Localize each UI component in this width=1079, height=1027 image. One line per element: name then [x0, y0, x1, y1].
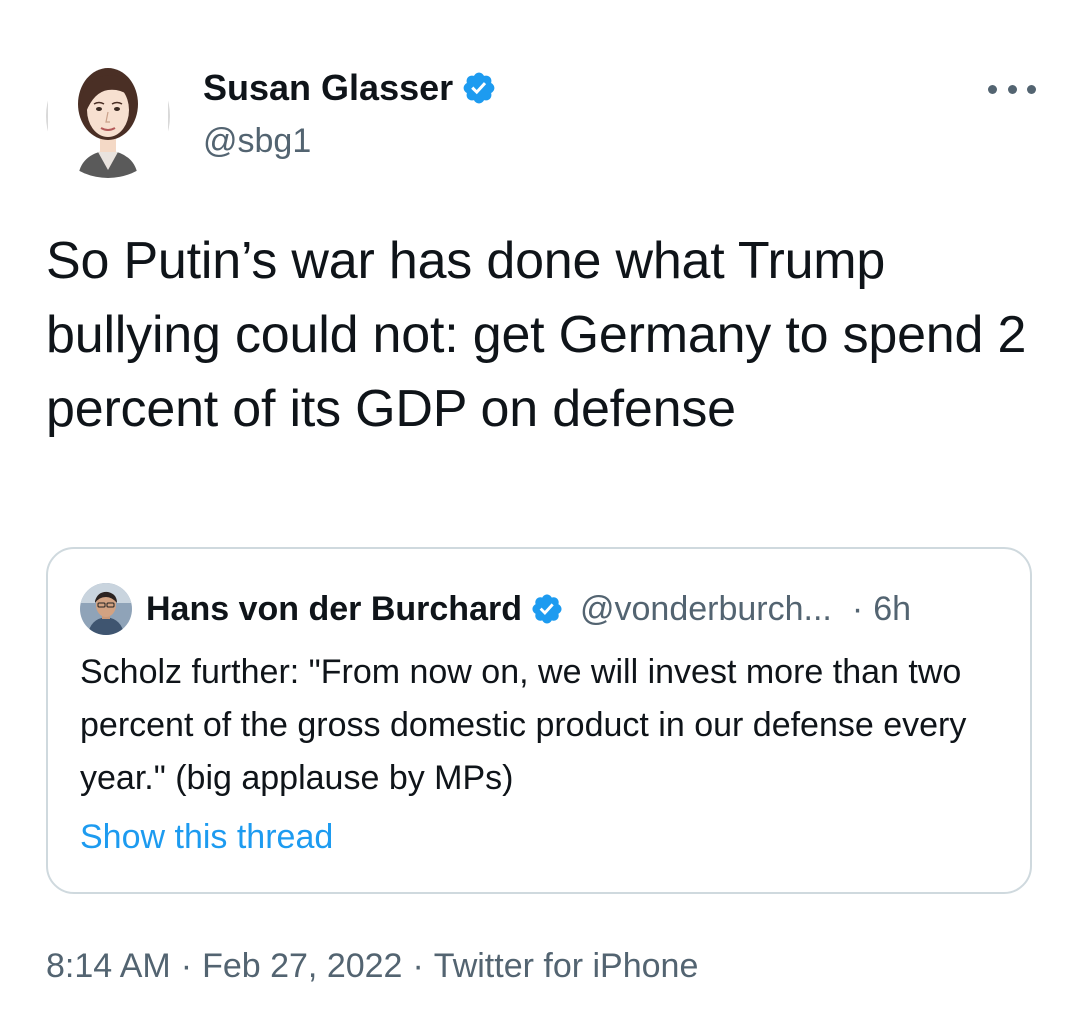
author-avatar[interactable]: [46, 54, 170, 178]
tweet-time[interactable]: 8:14 AM: [46, 947, 171, 985]
quoted-author-handle: @vonderburch...: [579, 590, 832, 628]
verified-badge-icon: [461, 70, 497, 106]
verified-badge-icon: [530, 592, 564, 626]
author-handle[interactable]: @sbg1: [203, 120, 311, 162]
quoted-tweet-header: Hans von der Burchard @vonderburch... · …: [146, 587, 911, 631]
quoted-dot-separator: ·: [851, 590, 864, 628]
author-name-text: Susan Glasser: [203, 67, 454, 108]
more-dot: [1027, 84, 1036, 94]
quoted-author-name: Hans von der Burchard: [146, 590, 522, 628]
meta-separator: ·: [180, 947, 193, 985]
more-options-icon[interactable]: [988, 74, 1036, 104]
meta-separator: ·: [412, 947, 424, 985]
quoted-tweet-time[interactable]: 6h: [873, 587, 911, 631]
tweet-metadata: 8:14 AM · Feb 27, 2022 · Twitter for iPhone: [46, 944, 698, 988]
show-thread-link[interactable]: Show this thread: [80, 815, 333, 859]
quoted-tweet-text: Scholz further: "From now on, we will in…: [80, 653, 967, 797]
more-dot: [1007, 84, 1017, 94]
tweet-text: So Putin’s war has done what Trump bully…: [46, 232, 1027, 438]
tweet-date[interactable]: Feb 27, 2022: [202, 947, 402, 985]
quoted-author-avatar: [80, 583, 132, 635]
tweet-source[interactable]: Twitter for iPhone: [434, 947, 699, 985]
author-display-name[interactable]: Susan Glasser: [203, 66, 497, 110]
more-dot: [988, 84, 997, 94]
quoted-tweet-card[interactable]: Hans von der Burchard @vonderburch... · …: [46, 547, 1032, 894]
